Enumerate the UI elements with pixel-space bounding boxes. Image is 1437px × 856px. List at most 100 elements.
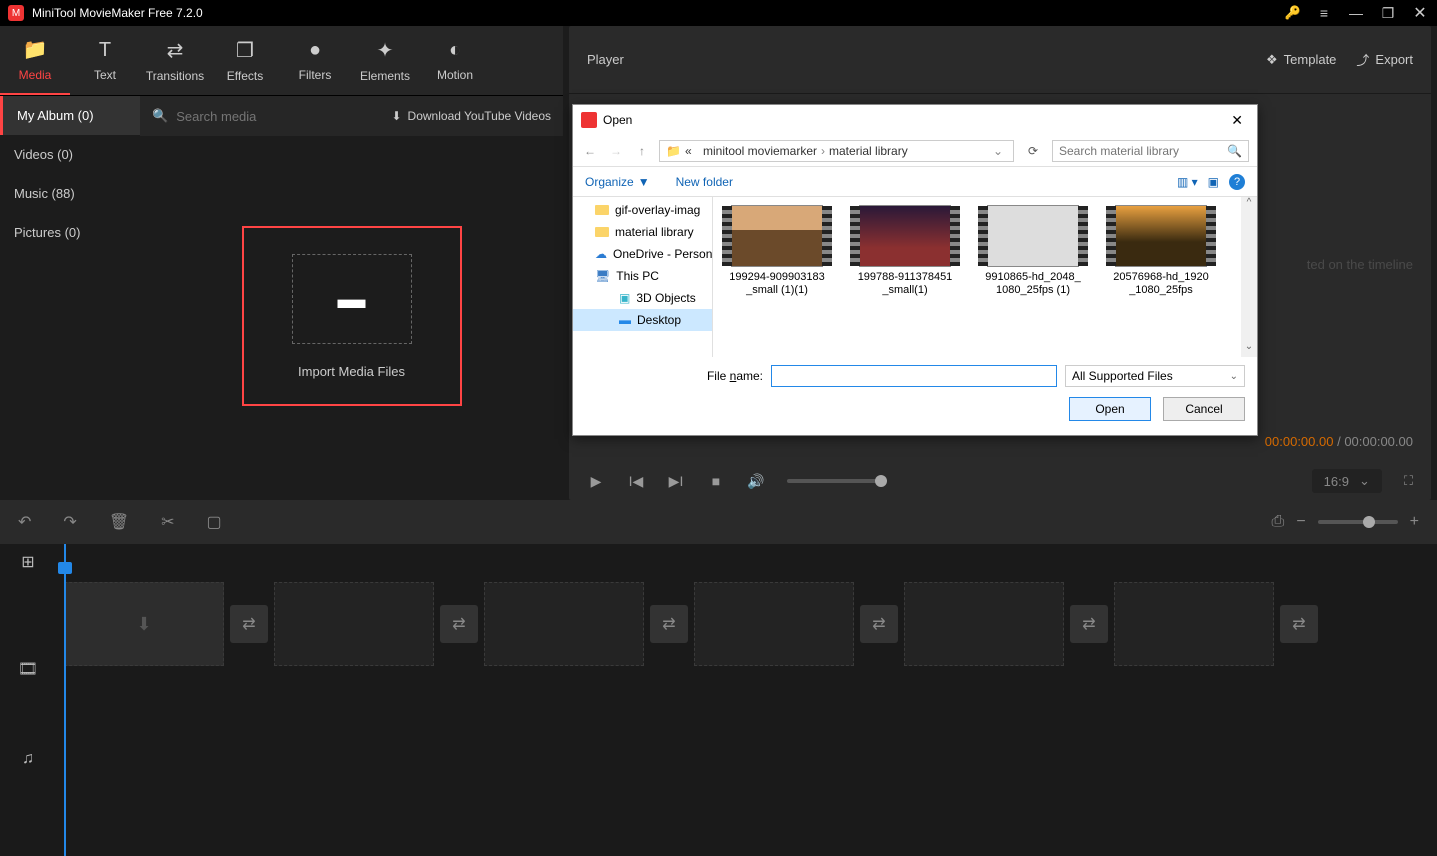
tab-filters[interactable]: ●Filters <box>280 26 350 95</box>
new-folder-button[interactable]: New folder <box>676 175 733 189</box>
scroll-down-button[interactable]: ⌄ <box>1241 341 1257 357</box>
refresh-button[interactable]: ⟳ <box>1022 144 1044 158</box>
folder-icon <box>595 205 609 215</box>
file-item[interactable]: 199294-909903183_small (1)(1) <box>727 205 827 357</box>
maximize-button[interactable]: ❐ <box>1379 5 1397 22</box>
fullscreen-button[interactable]: ⛶ <box>1404 473 1413 489</box>
folder-tree: gif-overlay-imag material library ☁OneDr… <box>573 197 713 357</box>
tab-text[interactable]: TText <box>70 26 140 95</box>
minimize-button[interactable]: — <box>1347 5 1365 21</box>
playhead[interactable] <box>64 544 66 856</box>
play-button[interactable]: ▶ <box>587 473 605 490</box>
help-button[interactable]: ? <box>1229 174 1245 190</box>
tab-effects[interactable]: ❐Effects <box>210 26 280 95</box>
preview-pane-button[interactable]: ▣ <box>1208 175 1219 189</box>
effects-icon: ❐ <box>236 38 254 63</box>
view-mode-button[interactable]: ▥ ▾ <box>1177 175 1198 189</box>
dialog-close-button[interactable]: ✕ <box>1225 112 1249 129</box>
prev-frame-button[interactable]: I◀ <box>627 473 645 490</box>
tree-item[interactable]: material library <box>573 221 712 243</box>
transition-slot[interactable]: ⇄ <box>1280 605 1318 643</box>
path-segment[interactable]: material library <box>829 144 908 158</box>
chevron-down-icon[interactable]: ⌄ <box>993 144 1003 158</box>
search-icon: 🔍 <box>152 108 168 124</box>
cloud-icon: ☁ <box>595 247 607 261</box>
sidebar-item-pictures[interactable]: Pictures (0) <box>0 213 140 252</box>
transition-slot[interactable]: ⇄ <box>860 605 898 643</box>
tab-media[interactable]: 📁Media <box>0 26 70 95</box>
nav-forward-button[interactable]: → <box>607 144 625 158</box>
key-icon[interactable]: 🔑 <box>1285 5 1301 21</box>
aspect-value: 16:9 <box>1324 474 1349 489</box>
file-item[interactable]: 20576968-hd_1920_1080_25fps <box>1111 205 1211 357</box>
tree-item-desktop[interactable]: ▬Desktop <box>573 309 712 331</box>
timeline-tracks[interactable]: ⬇ ⇄ ⇄ ⇄ ⇄ ⇄ ⇄ <box>56 544 1437 856</box>
nav-back-button[interactable]: ← <box>581 144 599 158</box>
clip-slot[interactable] <box>694 582 854 666</box>
import-media-button[interactable]: ▬ Import Media Files <box>242 226 462 406</box>
transition-slot[interactable]: ⇄ <box>440 605 478 643</box>
video-track[interactable]: ⬇ ⇄ ⇄ ⇄ ⇄ ⇄ ⇄ <box>56 579 1437 669</box>
zoom-in-button[interactable]: + <box>1410 513 1419 531</box>
sidebar-item-music[interactable]: Music (88) <box>0 174 140 213</box>
template-button[interactable]: ❖Template <box>1266 50 1336 69</box>
filters-icon: ● <box>309 39 321 62</box>
delete-button[interactable]: 🗑 <box>109 512 129 532</box>
tree-item-onedrive[interactable]: ☁OneDrive - Person <box>573 243 712 265</box>
transition-slot[interactable]: ⇄ <box>230 605 268 643</box>
cancel-button[interactable]: Cancel <box>1163 397 1245 421</box>
open-button[interactable]: Open <box>1069 397 1151 421</box>
sidebar-item-myalbum[interactable]: My Album (0) <box>0 96 140 135</box>
export-button[interactable]: ⤴Export <box>1356 50 1413 69</box>
tree-item[interactable]: gif-overlay-imag <box>573 199 712 221</box>
filetype-value: All Supported Files <box>1072 369 1173 383</box>
address-bar[interactable]: 📁 « minitool moviemarker › material libr… <box>659 140 1014 162</box>
tree-item-3d[interactable]: ▣3D Objects <box>573 287 712 309</box>
clip-slot[interactable] <box>274 582 434 666</box>
download-youtube-button[interactable]: ⬇Download YouTube Videos <box>391 109 551 123</box>
filename-input[interactable] <box>771 365 1057 387</box>
next-frame-button[interactable]: ▶I <box>667 473 685 490</box>
clip-slot[interactable]: ⬇ <box>64 582 224 666</box>
transition-slot[interactable]: ⇄ <box>1070 605 1108 643</box>
volume-icon[interactable]: 🔊 <box>747 473 765 490</box>
text-icon: T <box>99 39 111 62</box>
desktop-icon: ▬ <box>607 313 631 327</box>
scroll-up-button[interactable]: ^ <box>1241 197 1257 213</box>
filetype-dropdown[interactable]: All Supported Files⌄ <box>1065 365 1245 387</box>
search-input[interactable] <box>176 109 383 124</box>
stop-button[interactable]: ■ <box>707 473 725 489</box>
clip-slot[interactable] <box>904 582 1064 666</box>
tab-transitions[interactable]: ⇄Transitions <box>140 26 210 95</box>
file-item[interactable]: 199788-911378451_small(1) <box>855 205 955 357</box>
aspect-ratio-dropdown[interactable]: 16:9⌄ <box>1312 469 1382 493</box>
snap-icon[interactable]: ⎙ <box>1272 513 1285 531</box>
search-icon: 🔍 <box>1227 144 1242 158</box>
crop-button[interactable]: ▢ <box>207 512 222 532</box>
dialog-search-input[interactable] <box>1059 144 1227 158</box>
path-segment[interactable]: minitool moviemarker <box>703 144 817 158</box>
clip-slot[interactable] <box>484 582 644 666</box>
import-drop-area: ▬ <box>292 254 412 344</box>
undo-button[interactable]: ↶ <box>18 512 31 532</box>
tab-elements[interactable]: ✦Elements <box>350 26 420 95</box>
file-item[interactable]: 9910865-hd_2048_1080_25fps (1) <box>983 205 1083 357</box>
hamburger-menu[interactable]: ≡ <box>1315 5 1333 21</box>
nav-up-button[interactable]: ↑ <box>633 144 651 158</box>
split-button[interactable]: ✂ <box>161 512 174 532</box>
volume-slider[interactable] <box>787 479 887 483</box>
transition-slot[interactable]: ⇄ <box>650 605 688 643</box>
zoom-out-button[interactable]: − <box>1296 513 1305 531</box>
clip-slot[interactable] <box>1114 582 1274 666</box>
redo-button[interactable]: ↷ <box>63 512 76 532</box>
zoom-slider[interactable] <box>1318 520 1398 524</box>
organize-menu[interactable]: Organize▼ <box>585 175 650 189</box>
close-button[interactable]: ✕ <box>1411 3 1429 23</box>
scrollbar[interactable]: ^ ⌄ <box>1241 197 1257 357</box>
dialog-search[interactable]: 🔍 <box>1052 140 1249 162</box>
file-name: 199788-911378451_small(1) <box>855 271 955 297</box>
tab-motion[interactable]: ◐Motion <box>420 26 490 95</box>
add-track-button[interactable]: ⊞ <box>0 544 56 579</box>
tree-item-thispc[interactable]: 🖥This PC <box>573 265 712 287</box>
sidebar-item-videos[interactable]: Videos (0) <box>0 135 140 174</box>
